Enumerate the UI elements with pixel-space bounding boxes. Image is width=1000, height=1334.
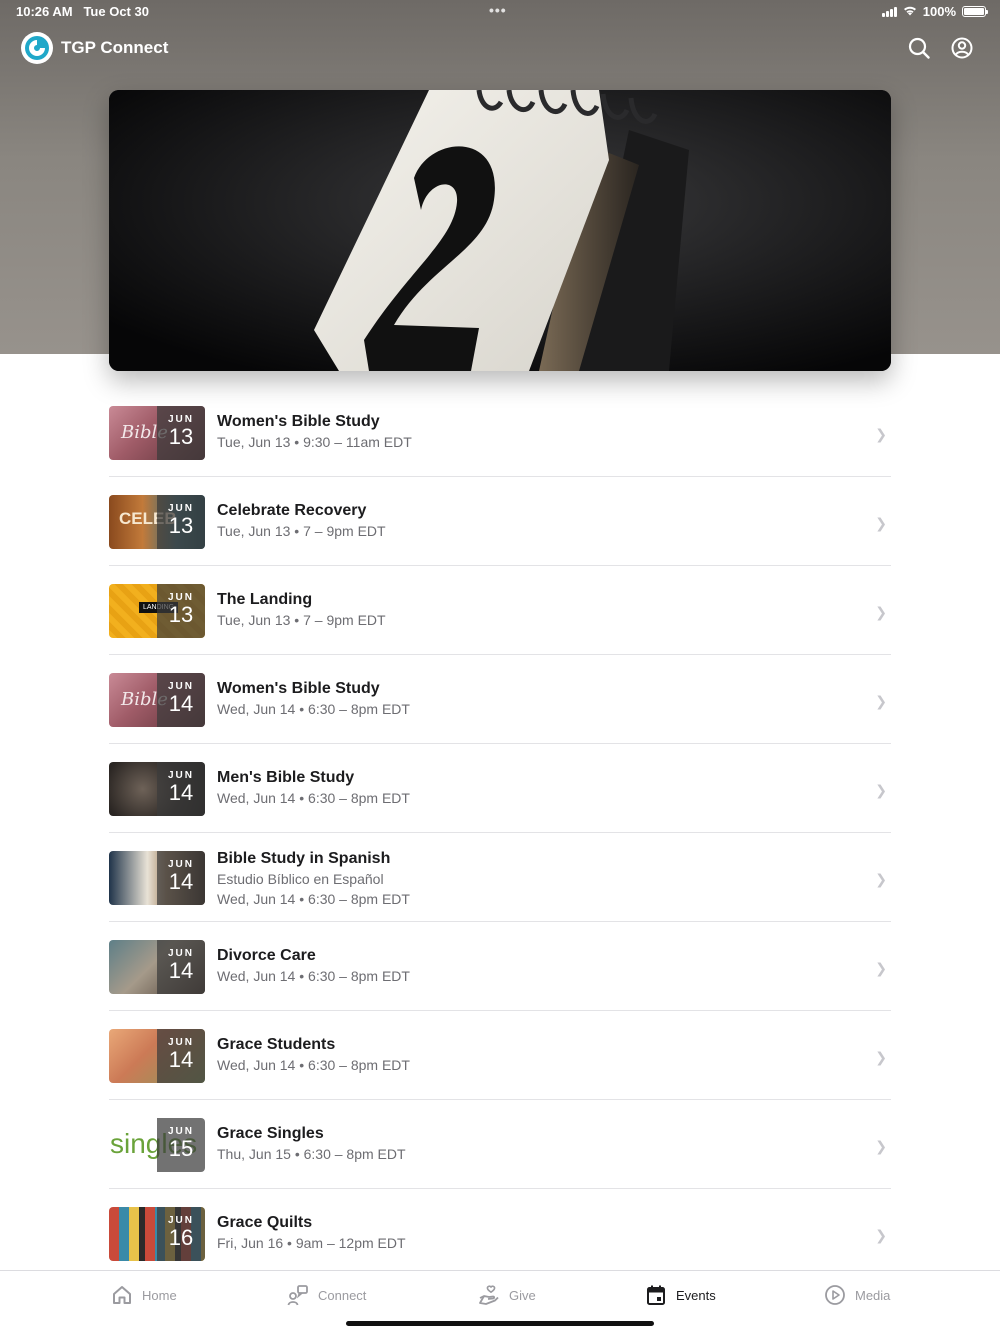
event-thumbnail: JUN 14 <box>109 851 205 905</box>
event-time: Wed, Jun 14 • 6:30 – 8pm EDT <box>217 968 410 984</box>
tab-connect[interactable]: Connect <box>286 1283 366 1307</box>
give-icon <box>477 1283 501 1307</box>
tab-label: Give <box>509 1287 536 1303</box>
event-row[interactable]: LANDING JUN13 The Landing Tue, Jun 13 • … <box>109 566 891 655</box>
battery-percent: 100% <box>922 4 956 19</box>
featured-image[interactable] <box>109 90 891 371</box>
tab-give[interactable]: Give <box>477 1283 536 1307</box>
chevron-right-icon: ❯ <box>875 960 887 976</box>
event-time: Wed, Jun 14 • 6:30 – 8pm EDT <box>217 701 410 717</box>
event-row[interactable]: JUN 14 Grace Students Wed, Jun 14 • 6:30 … <box>109 1011 891 1100</box>
status-bar: 10:26 AM Tue Oct 30 ••• 100% <box>0 0 1000 24</box>
connect-icon <box>286 1283 310 1307</box>
event-title: Divorce Care <box>217 947 316 964</box>
date-badge: JUN 14 <box>157 851 205 905</box>
app-header: TGP Connect <box>0 30 1000 66</box>
app-title: TGP Connect <box>61 38 169 57</box>
search-icon[interactable] <box>907 36 931 60</box>
event-time: Wed, Jun 14 • 6:30 – 8pm EDT <box>217 1057 410 1073</box>
chevron-right-icon: ❯ <box>875 782 887 798</box>
event-time: Fri, Jun 16 • 9am – 12pm EDT <box>217 1235 406 1251</box>
event-title: Bible Study in Spanish <box>217 850 391 867</box>
date-badge: JUN 16 <box>157 1207 205 1261</box>
date-badge: JUN 13 <box>157 584 205 638</box>
event-row[interactable]: JUN 14 Bible Study in Spanish Estudio Bíb… <box>109 833 891 922</box>
event-thumbnail: JUN 14 <box>109 762 205 816</box>
home-icon <box>110 1283 134 1307</box>
event-title: The Landing <box>217 591 313 608</box>
date-badge: JUN 13 <box>157 406 205 460</box>
tab-media[interactable]: Media <box>823 1283 890 1307</box>
event-subtitle: Estudio Bíblico en Español <box>217 871 384 887</box>
event-row[interactable]: JUN 14 Men's Bible Study Wed, Jun 14 • 6:… <box>109 744 891 833</box>
event-row[interactable]: JUN 16 Grace Quilts Fri, Jun 16 • 9am – 1… <box>109 1189 891 1278</box>
date-badge: JUN 15 <box>157 1118 205 1172</box>
event-title: Celebrate Recovery <box>217 502 367 519</box>
chevron-right-icon: ❯ <box>875 693 887 709</box>
chevron-right-icon: ❯ <box>875 1138 887 1154</box>
event-time: Tue, Jun 13 • 7 – 9pm EDT <box>217 612 386 628</box>
event-list: Bible JUN 13 Women's Bible Study Tue, Jun… <box>109 388 891 1278</box>
tab-label: Connect <box>318 1287 367 1303</box>
multitasking-dots[interactable]: ••• <box>489 2 507 18</box>
event-thumbnail: LANDING JUN13 <box>109 584 205 638</box>
battery-icon <box>962 6 988 17</box>
status-time: 10:26 AM Tue Oct 30 <box>16 4 149 19</box>
event-title: Women's Bible Study <box>217 680 380 697</box>
cellular-signal-icon <box>881 6 897 17</box>
event-thumbnail: JUN 14 <box>109 940 205 994</box>
status-indicators: 100% <box>881 4 988 19</box>
app-logo-icon[interactable] <box>21 32 53 64</box>
event-thumbnail: Bible JUN 13 <box>109 406 205 460</box>
event-title: Grace Students <box>217 1036 336 1053</box>
wifi-icon <box>903 4 917 19</box>
event-time: Thu, Jun 15 • 6:30 – 8pm EDT <box>217 1146 406 1162</box>
date-badge: JUN 14 <box>157 1029 205 1083</box>
event-title: Grace Singles <box>217 1125 324 1142</box>
battery-level <box>964 8 984 15</box>
profile-icon[interactable] <box>950 36 974 60</box>
home-indicator[interactable] <box>346 1321 654 1326</box>
tab-events[interactable]: Events <box>644 1283 716 1307</box>
event-time: Tue, Jun 13 • 7 – 9pm EDT <box>217 523 386 539</box>
event-row[interactable]: CELEB JUN 13 Celebrate Recovery Tue, Jun … <box>109 477 891 566</box>
event-row[interactable]: singles JUN 15 Grace Singles Thu, Jun 15 … <box>109 1100 891 1189</box>
event-row[interactable]: Bible JUN 14 Women's Bible Study Wed, Jun… <box>109 655 891 744</box>
chevron-right-icon: ❯ <box>875 1227 887 1243</box>
date-badge: JUN 14 <box>157 673 205 727</box>
chevron-right-icon: ❯ <box>875 515 887 531</box>
tab-label: Home <box>142 1287 177 1303</box>
event-time: Wed, Jun 14 • 6:30 – 8pm EDT <box>217 790 410 806</box>
event-time: Wed, Jun 14 • 6:30 – 8pm EDT <box>217 891 410 907</box>
chevron-right-icon: ❯ <box>875 426 887 442</box>
date-badge: JUN 14 <box>157 940 205 994</box>
event-title: Women's Bible Study <box>217 413 380 430</box>
tab-label: Media <box>855 1287 891 1303</box>
tab-home[interactable]: Home <box>110 1283 177 1307</box>
event-thumbnail: JUN 14 <box>109 1029 205 1083</box>
play-icon <box>823 1283 847 1307</box>
event-thumbnail: Bible JUN 14 <box>109 673 205 727</box>
chevron-right-icon: ❯ <box>875 604 887 620</box>
event-thumbnail: JUN 16 <box>109 1207 205 1261</box>
event-title: Grace Quilts <box>217 1214 313 1231</box>
event-row[interactable]: Bible JUN 13 Women's Bible Study Tue, Jun… <box>109 388 891 477</box>
date-badge: JUN 13 <box>157 495 205 549</box>
chevron-right-icon: ❯ <box>875 871 887 887</box>
event-time: Tue, Jun 13 • 9:30 – 11am EDT <box>217 434 412 450</box>
tab-label: Events <box>676 1287 716 1303</box>
event-thumbnail: singles JUN 15 <box>109 1118 205 1172</box>
event-title: Men's Bible Study <box>217 769 355 786</box>
chevron-right-icon: ❯ <box>875 1049 887 1065</box>
calendar-icon <box>644 1283 668 1307</box>
event-thumbnail: CELEB JUN 13 <box>109 495 205 549</box>
date-badge: JUN 14 <box>157 762 205 816</box>
event-row[interactable]: JUN 14 Divorce Care Wed, Jun 14 • 6:30 – … <box>109 922 891 1011</box>
